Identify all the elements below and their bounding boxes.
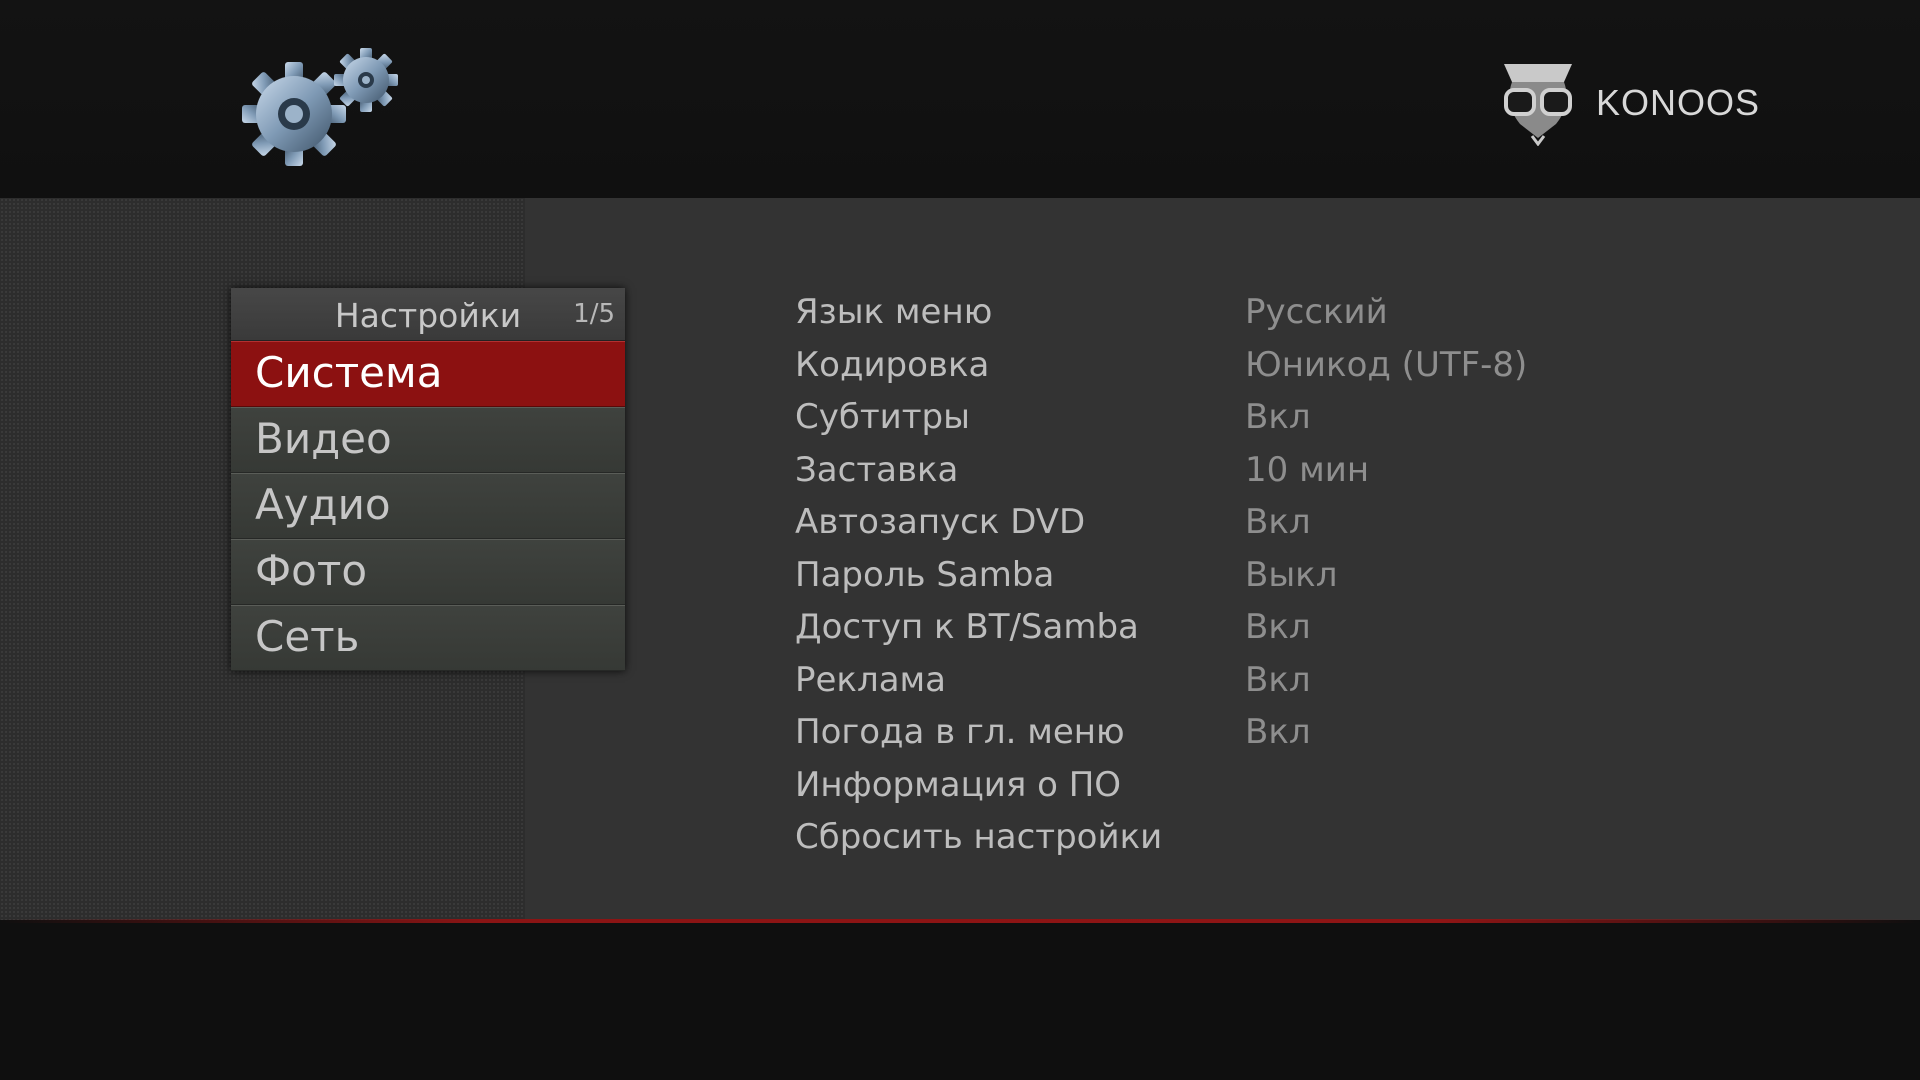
setting-label: Пароль Samba [795, 554, 1055, 595]
setting-label: Сбросить настройки [795, 817, 1163, 857]
menu-item-video[interactable]: Видео [231, 407, 625, 473]
setting-menu-language[interactable]: Язык меню Русский [795, 288, 1795, 341]
setting-dvd-autoplay[interactable]: Автозапуск DVD Вкл [795, 498, 1795, 551]
setting-encoding[interactable]: Кодировка Юникод (UTF-8) [795, 341, 1795, 394]
settings-list: Язык меню Русский Кодировка Юникод (UTF-… [795, 288, 1795, 866]
owl-logo-icon [1504, 64, 1572, 146]
setting-ads[interactable]: Реклама Вкл [795, 656, 1795, 709]
setting-value: Вкл [1245, 712, 1311, 752]
setting-weather-main-menu[interactable]: Погода в гл. меню Вкл [795, 708, 1795, 761]
menu-page-indicator: 1/5 [573, 299, 615, 329]
setting-value: Выкл [1245, 554, 1338, 595]
setting-value: Вкл [1245, 659, 1311, 700]
setting-label: Заставка [795, 449, 959, 490]
settings-category-menu: Настройки 1/5 Система Видео Аудио Фото С… [231, 288, 625, 671]
menu-item-label: Система [255, 348, 443, 397]
setting-label: Доступ к BT/Samba [795, 607, 1139, 647]
setting-reset[interactable]: Сбросить настройки [795, 813, 1795, 866]
menu-item-photo[interactable]: Фото [231, 539, 625, 605]
setting-subtitles[interactable]: Субтитры Вкл [795, 393, 1795, 446]
setting-samba-password[interactable]: Пароль Samba Выкл [795, 551, 1795, 604]
menu-header: Настройки 1/5 [231, 288, 625, 341]
setting-software-info[interactable]: Информация о ПО [795, 761, 1795, 814]
menu-item-audio[interactable]: Аудио [231, 473, 625, 539]
setting-label: Субтитры [795, 397, 970, 437]
brand-name: KONOOS [1596, 82, 1761, 123]
settings-screen: KONOOS Настройки 1/5 Система Видео Аудио… [0, 0, 1920, 1080]
setting-value: 10 мин [1245, 449, 1370, 490]
menu-item-label: Фото [255, 546, 368, 595]
setting-value: Юникод (UTF-8) [1245, 344, 1528, 385]
setting-value: Вкл [1245, 397, 1311, 437]
menu-item-label: Сеть [255, 612, 360, 661]
setting-label: Погода в гл. меню [795, 712, 1125, 752]
setting-label: Кодировка [795, 344, 990, 385]
setting-value: Вкл [1245, 607, 1311, 647]
menu-title: Настройки [334, 296, 522, 335]
setting-label: Реклама [795, 659, 947, 700]
header-bar: KONOOS [0, 0, 1920, 198]
setting-label: Автозапуск DVD [795, 502, 1086, 542]
accent-divider [0, 919, 1920, 923]
setting-screensaver[interactable]: Заставка 10 мин [795, 446, 1795, 499]
menu-item-label: Аудио [255, 480, 391, 529]
menu-item-label: Видео [255, 414, 392, 463]
gears-icon [242, 48, 398, 166]
setting-value: Вкл [1245, 502, 1311, 542]
setting-bt-samba-access[interactable]: Доступ к BT/Samba Вкл [795, 603, 1795, 656]
setting-label: Язык меню [795, 292, 993, 332]
menu-item-network[interactable]: Сеть [231, 605, 625, 671]
brand-logo: KONOOS [1498, 60, 1768, 150]
setting-label: Информация о ПО [795, 764, 1122, 805]
setting-value: Русский [1245, 292, 1388, 332]
menu-item-system[interactable]: Система [231, 341, 625, 407]
